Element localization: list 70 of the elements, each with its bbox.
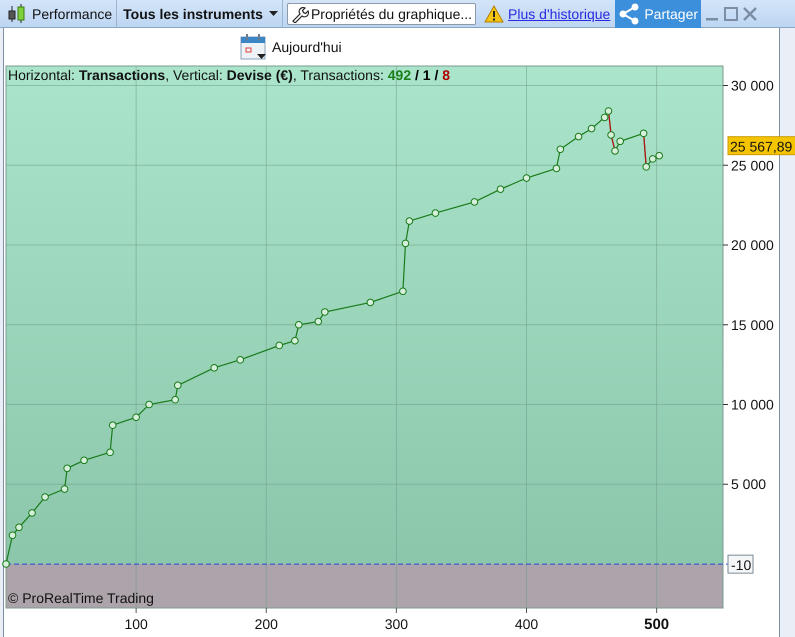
trade-marker bbox=[556, 146, 564, 154]
y-axis-label: 5 000 bbox=[722, 476, 766, 492]
trade-marker bbox=[236, 356, 244, 364]
trade-marker bbox=[470, 198, 478, 206]
trade-marker bbox=[60, 485, 68, 493]
trade-marker bbox=[275, 342, 284, 350]
trade-marker bbox=[522, 174, 530, 182]
y-axis-label: 25 000 bbox=[722, 157, 774, 174]
y-axis-label: 30 000 bbox=[722, 78, 774, 94]
x-tick-label: 100 bbox=[124, 616, 148, 632]
copyright-text: © ProRealTime Trading bbox=[8, 590, 154, 606]
y-axis-label: 20 000 bbox=[722, 237, 774, 253]
y-tick-label: 25 000 bbox=[731, 157, 774, 174]
maximize-icon[interactable] bbox=[723, 6, 740, 22]
y-axis-label: 10 000 bbox=[722, 396, 774, 412]
y-tick-label: 20 000 bbox=[731, 237, 774, 254]
x-axis-label: 400 bbox=[514, 608, 538, 632]
warning-icon bbox=[484, 4, 504, 22]
wrench-icon bbox=[290, 4, 309, 22]
trade-marker bbox=[108, 421, 116, 430]
trade-marker bbox=[80, 456, 88, 464]
calendar-icon bbox=[240, 33, 268, 61]
trade-marker bbox=[291, 336, 299, 344]
trade-marker bbox=[611, 147, 619, 155]
x-tick-label: 400 bbox=[514, 616, 538, 632]
y-tick-label: 30 000 bbox=[731, 78, 774, 94]
x-tick-label: 500 bbox=[644, 616, 670, 633]
caret-icon bbox=[268, 11, 278, 16]
y-tick-label: 5 000 bbox=[731, 476, 766, 492]
chart-info-text: Horizontal: Transactions, Vertical: Devise (€), Transactions: 492 / 1 / 8 bbox=[8, 67, 450, 83]
trade-marker bbox=[552, 164, 560, 172]
trade-marker bbox=[402, 240, 410, 248]
trade-marker bbox=[640, 130, 648, 138]
x-axis-label: 100 bbox=[124, 608, 148, 632]
trade-marker bbox=[496, 185, 504, 193]
y-tick-label: 10 000 bbox=[731, 396, 774, 412]
trade-marker bbox=[41, 493, 49, 501]
x-axis-label: 500 bbox=[644, 608, 670, 633]
trade-marker bbox=[2, 560, 10, 568]
trade-marker bbox=[294, 320, 303, 329]
chart-properties-button[interactable]: Propriétés du graphique... bbox=[286, 2, 476, 24]
trade-marker bbox=[132, 413, 140, 422]
trade-marker bbox=[314, 318, 322, 326]
trade-marker bbox=[406, 217, 414, 225]
x-axis-label: 300 bbox=[384, 608, 408, 632]
date-selector[interactable]: Aujourd'hui bbox=[240, 33, 342, 61]
trade-marker bbox=[210, 364, 218, 372]
trade-marker bbox=[28, 509, 36, 517]
trade-marker bbox=[432, 209, 440, 217]
share-icon bbox=[618, 2, 640, 24]
trade-marker bbox=[63, 464, 71, 472]
trade-marker bbox=[321, 308, 329, 316]
close-icon[interactable] bbox=[742, 6, 758, 22]
y-axis-label: 15 000 bbox=[722, 316, 774, 333]
trade-marker bbox=[588, 124, 596, 132]
trade-marker bbox=[106, 448, 114, 456]
trade-marker bbox=[574, 132, 582, 140]
trade-marker bbox=[366, 298, 374, 306]
trade-marker bbox=[171, 396, 179, 404]
ref-line-label: -10 bbox=[731, 557, 752, 574]
trade-marker bbox=[399, 287, 407, 296]
trade-marker bbox=[174, 382, 182, 390]
x-tick-label: 300 bbox=[384, 616, 408, 632]
trade-marker bbox=[145, 400, 153, 408]
x-axis-label: 200 bbox=[254, 608, 278, 632]
x-tick-label: 200 bbox=[254, 616, 278, 632]
more-history-link[interactable]: Plus d'historique bbox=[508, 6, 610, 22]
y-tick-label: 15 000 bbox=[731, 316, 774, 333]
last-value-label: 25 567,89 bbox=[728, 136, 795, 156]
reference-value-label: -10 bbox=[728, 554, 754, 574]
